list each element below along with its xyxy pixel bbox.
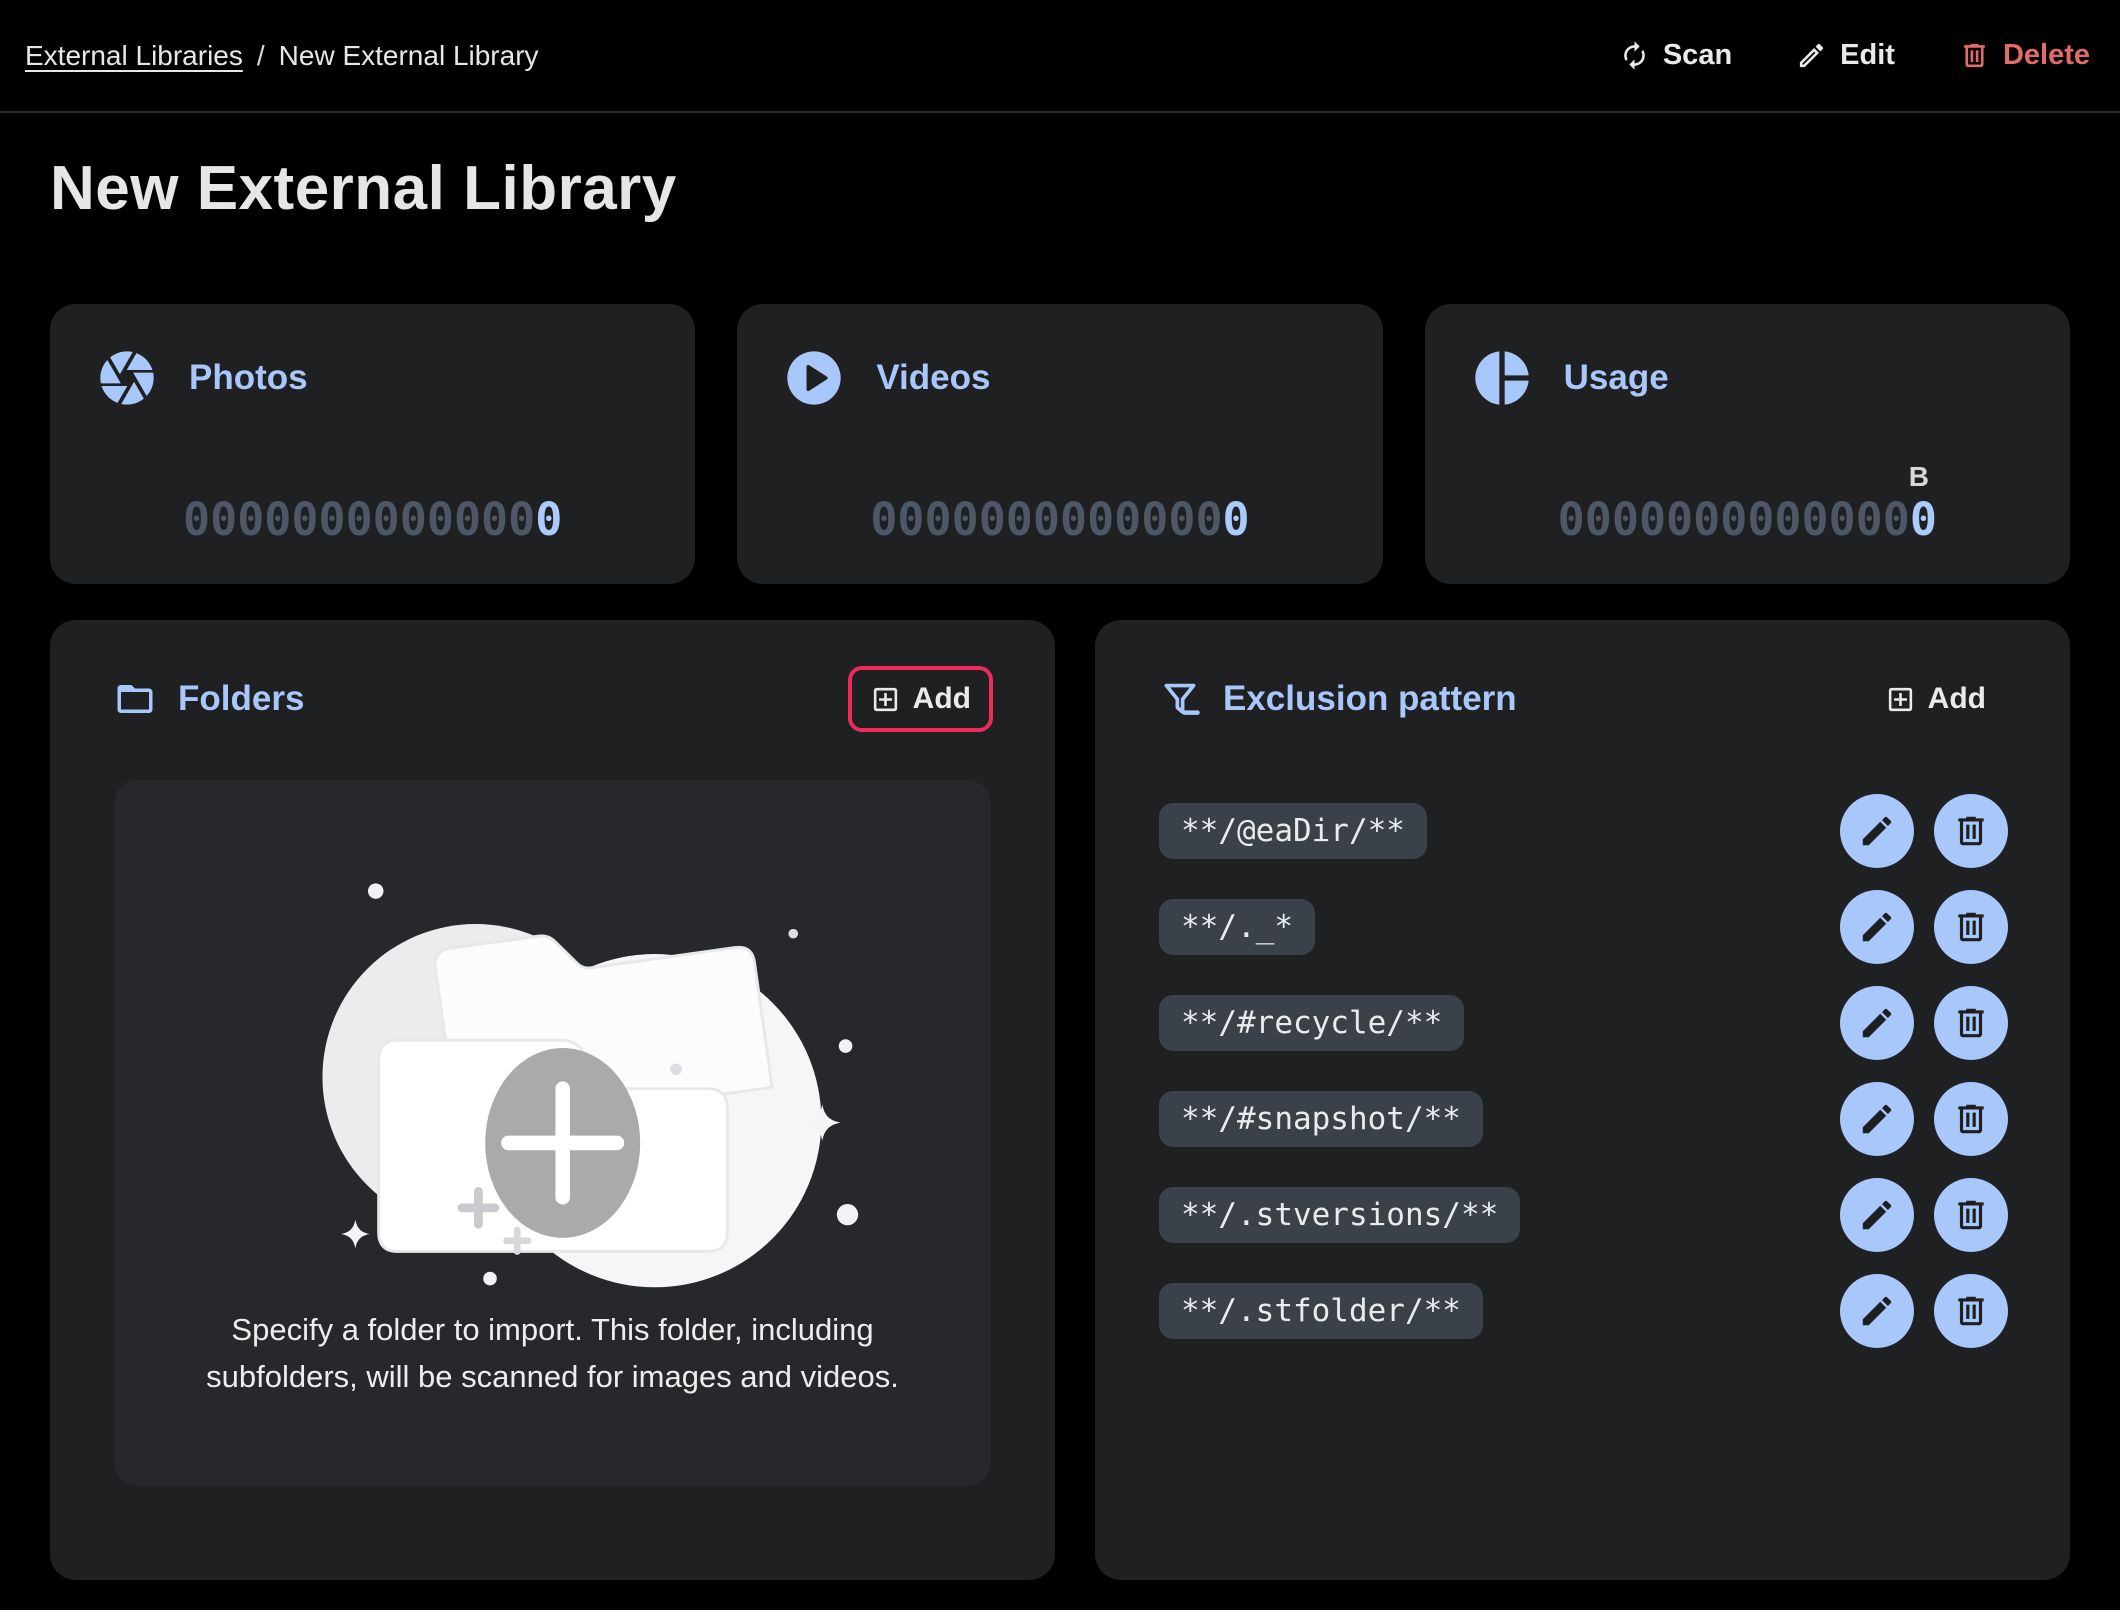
pattern-row: **/#snapshot/** (1159, 1082, 2008, 1156)
delete-pattern-button[interactable] (1934, 794, 2008, 868)
stat-zeros: 0000000000000 (183, 493, 535, 546)
pattern-chip: **/@eaDir/** (1159, 803, 1427, 859)
add-exclusion-pattern-button[interactable]: Add (1863, 666, 2008, 732)
edit-pattern-button[interactable] (1840, 1082, 1914, 1156)
stat-unit (183, 460, 562, 494)
exclusion-pattern-card: Exclusion pattern Add **/@eaDir/** **/._… (1095, 620, 2070, 1580)
page-title: New External Library (50, 153, 2120, 224)
delete-pattern-button[interactable] (1934, 890, 2008, 964)
stat-label: Photos (189, 358, 308, 398)
empty-state-line1: Specify a folder to import. This folder,… (231, 1312, 873, 1347)
pattern-row: **/#recycle/** (1159, 986, 2008, 1060)
breadcrumb-parent-link[interactable]: External Libraries (25, 40, 243, 72)
add-exclusion-label: Add (1928, 682, 1986, 716)
add-folder-label: Add (913, 682, 971, 716)
edit-pattern-button[interactable] (1840, 1274, 1914, 1348)
panels-row: Folders Add (50, 620, 2070, 1580)
pattern-row: **/._* (1159, 890, 2008, 964)
stat-zeros: 0000000000000 (1558, 493, 1910, 546)
folders-card: Folders Add (50, 620, 1055, 1580)
stat-value: 00000000000000 (183, 460, 562, 546)
videos-stat-card: Videos 00000000000000 (737, 304, 1382, 584)
pencil-icon (1858, 1196, 1896, 1234)
header: External Libraries / New External Librar… (0, 0, 2120, 113)
trash-icon (1952, 1100, 1990, 1138)
empty-state-text: Specify a folder to import. This folder,… (206, 1306, 899, 1400)
add-folder-button[interactable]: Add (848, 666, 993, 732)
pattern-chip: **/.stfolder/** (1159, 1283, 1483, 1339)
exclusion-title: Exclusion pattern (1223, 679, 1517, 719)
pattern-chip: **/#recycle/** (1159, 995, 1464, 1051)
edit-button-label: Edit (1840, 39, 1895, 72)
stat-number: 00000000000000 (183, 494, 562, 546)
delete-pattern-button[interactable] (1934, 1082, 2008, 1156)
header-actions: Scan Edit Delete (1619, 39, 2090, 72)
pattern-row: **/@eaDir/** (1159, 794, 2008, 868)
breadcrumb: External Libraries / New External Librar… (25, 40, 539, 72)
pattern-chip: **/._* (1159, 899, 1315, 955)
pattern-chip: **/#snapshot/** (1159, 1091, 1483, 1147)
pencil-icon (1858, 1292, 1896, 1330)
edit-pattern-button[interactable] (1840, 1178, 1914, 1252)
trash-icon (1952, 1292, 1990, 1330)
edit-pattern-button[interactable] (1840, 890, 1914, 964)
stats-row: Photos 00000000000000 Videos 00000000000… (50, 304, 2070, 584)
trash-icon (1959, 40, 1990, 71)
pattern-chip: **/.stversions/** (1159, 1187, 1520, 1243)
filter-minus-icon (1159, 678, 1201, 720)
pattern-row: **/.stversions/** (1159, 1178, 2008, 1252)
pencil-icon (1858, 812, 1896, 850)
aperture-icon (95, 346, 159, 410)
folders-empty-state: Specify a folder to import. This folder,… (114, 780, 991, 1486)
delete-pattern-button[interactable] (1934, 1178, 2008, 1252)
stat-label: Usage (1564, 358, 1669, 398)
breadcrumb-separator: / (257, 40, 265, 72)
pattern-list: **/@eaDir/** **/._* **/#recycle/** (1095, 732, 2070, 1348)
sync-icon (1619, 40, 1650, 71)
pie-chart-icon (1470, 346, 1534, 410)
stat-unit-b: B (1558, 460, 1937, 494)
plus-box-icon (870, 684, 901, 715)
pencil-icon (1796, 40, 1827, 71)
usage-stat-card: Usage B 00000000000000 (1425, 304, 2070, 584)
breadcrumb-current: New External Library (279, 40, 539, 72)
stat-number: 00000000000000 (1558, 494, 1937, 546)
empty-folders-illustration (243, 796, 863, 1300)
edit-pattern-button[interactable] (1840, 986, 1914, 1060)
delete-pattern-button[interactable] (1934, 1274, 2008, 1348)
stat-count: 0 (1223, 493, 1250, 546)
scan-button[interactable]: Scan (1619, 39, 1732, 72)
stat-label: Videos (876, 358, 990, 398)
delete-pattern-button[interactable] (1934, 986, 2008, 1060)
trash-icon (1952, 812, 1990, 850)
trash-icon (1952, 1004, 1990, 1042)
folders-title: Folders (178, 679, 304, 719)
plus-box-icon (1885, 684, 1916, 715)
trash-icon (1952, 1196, 1990, 1234)
pencil-icon (1858, 1100, 1896, 1138)
pattern-row: **/.stfolder/** (1159, 1274, 2008, 1348)
pencil-icon (1858, 908, 1896, 946)
edit-button[interactable]: Edit (1796, 39, 1895, 72)
edit-pattern-button[interactable] (1840, 794, 1914, 868)
delete-button[interactable]: Delete (1959, 39, 2090, 72)
scan-button-label: Scan (1663, 39, 1732, 72)
photos-stat-card: Photos 00000000000000 (50, 304, 695, 584)
delete-button-label: Delete (2003, 39, 2090, 72)
empty-state-line2: subfolders, will be scanned for images a… (206, 1359, 899, 1394)
stat-value: B 00000000000000 (1558, 460, 1937, 546)
pencil-icon (1858, 1004, 1896, 1042)
stat-count: 0 (1910, 493, 1937, 546)
stat-zeros: 0000000000000 (870, 493, 1222, 546)
stat-count: 0 (535, 493, 562, 546)
trash-icon (1952, 908, 1990, 946)
play-circle-icon (782, 346, 846, 410)
stat-unit (870, 460, 1249, 494)
stat-value: 00000000000000 (870, 460, 1249, 546)
stat-number: 00000000000000 (870, 494, 1249, 546)
folder-icon (114, 678, 156, 720)
